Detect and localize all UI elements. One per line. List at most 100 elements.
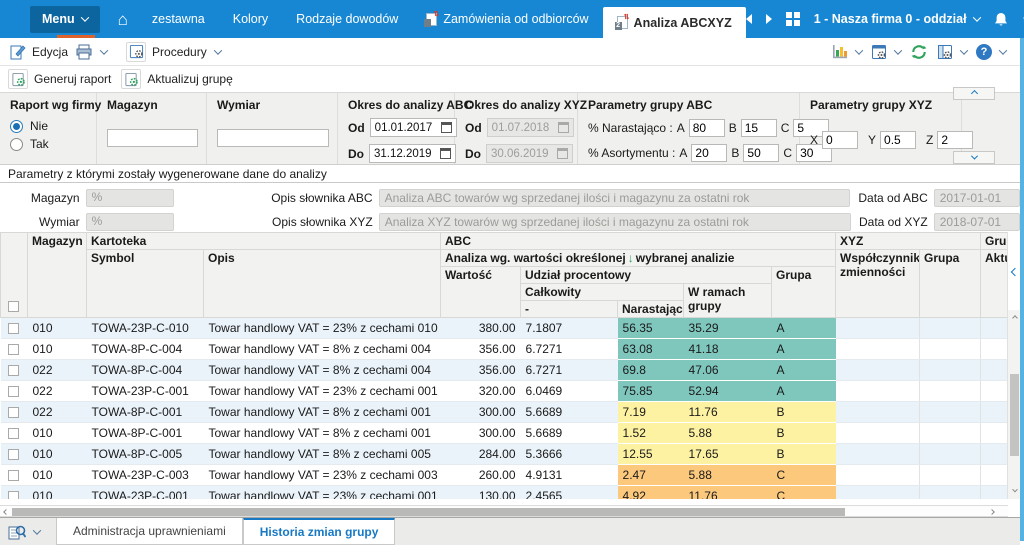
cell-w-ramach-grupy[interactable]: 41.18 bbox=[683, 338, 772, 360]
cell-symbol[interactable]: TOWA-23P-C-001 bbox=[86, 485, 204, 499]
col-symbol[interactable]: Symbol bbox=[86, 249, 204, 318]
row-checkbox[interactable] bbox=[7, 344, 19, 356]
abc-a-narastajaco-input[interactable] bbox=[688, 119, 725, 137]
view-settings-button[interactable] bbox=[871, 44, 903, 60]
cell-opis[interactable]: Towar handlowy VAT = 8% z cechami 001 bbox=[203, 422, 441, 444]
cell-grupa[interactable]: B bbox=[771, 443, 836, 465]
cell-grupa[interactable]: C bbox=[771, 485, 836, 499]
cell-narastajaco[interactable]: 56.35 bbox=[617, 317, 684, 339]
cell-wspolczynnik[interactable] bbox=[835, 380, 921, 402]
cell-wartosc[interactable]: 356.00 bbox=[440, 359, 521, 381]
cell-narastajaco[interactable]: 2.47 bbox=[617, 464, 684, 486]
col-grupa-abc[interactable]: Grupa bbox=[771, 266, 837, 318]
cell-symbol[interactable]: TOWA-23P-C-001 bbox=[86, 380, 204, 402]
titlebar-tab-1[interactable]: zestawna bbox=[138, 0, 219, 38]
col-wartosc[interactable]: Wartość bbox=[440, 266, 522, 318]
table-row[interactable]: 022 TOWA-8P-C-001 Towar handlowy VAT = 8… bbox=[0, 401, 1007, 423]
help-button[interactable]: ? bbox=[976, 43, 1008, 60]
cell-wspolczynnik[interactable] bbox=[835, 338, 921, 360]
cell-grupa-xyz[interactable] bbox=[919, 422, 982, 444]
cell-w-ramach-grupy[interactable]: 11.76 bbox=[683, 401, 772, 423]
date-from-abc-input[interactable] bbox=[374, 121, 437, 134]
cell-grupa-xyz[interactable] bbox=[919, 359, 982, 381]
cell-wartosc[interactable]: 300.00 bbox=[440, 422, 521, 444]
horizontal-scroll-thumb[interactable] bbox=[12, 508, 845, 516]
cell-opis[interactable]: Towar handlowy VAT = 8% z cechami 001 bbox=[203, 401, 441, 423]
cell-wspolczynnik[interactable] bbox=[835, 401, 921, 423]
cell-w-ramach-grupy[interactable]: 5.88 bbox=[683, 422, 772, 444]
col-w-ramach[interactable]: W ramach grupy bbox=[683, 283, 773, 318]
cell-opis[interactable]: Towar handlowy VAT = 8% z cechami 004 bbox=[203, 359, 441, 381]
view-search-button[interactable] bbox=[0, 518, 48, 545]
xyz-x-input[interactable] bbox=[822, 131, 859, 149]
cell-grupa-xyz[interactable] bbox=[919, 443, 982, 465]
titlebar-tab-3[interactable]: Rodzaje dowodów bbox=[282, 0, 412, 38]
cell-grupa-xyz[interactable] bbox=[919, 338, 982, 360]
cell-magazyn[interactable]: 010 bbox=[27, 485, 87, 499]
cell-narastajaco[interactable]: 7.19 bbox=[617, 401, 684, 423]
col-kartoteka[interactable]: Kartoteka bbox=[85, 232, 442, 250]
cell-wartosc[interactable]: 356.00 bbox=[440, 338, 521, 360]
cell-magazyn[interactable]: 010 bbox=[27, 464, 87, 486]
table-row[interactable]: 010 TOWA-23P-C-010 Towar handlowy VAT = … bbox=[0, 317, 1007, 339]
row-checkbox[interactable] bbox=[7, 470, 19, 482]
cell-grupa-xyz[interactable] bbox=[919, 464, 982, 486]
cell-wartosc[interactable]: 300.00 bbox=[440, 401, 521, 423]
cell-magazyn[interactable]: 022 bbox=[27, 401, 87, 423]
cell-narastajaco[interactable]: 63.08 bbox=[617, 338, 684, 360]
cell-wspolczynnik[interactable] bbox=[835, 359, 921, 381]
cell-aktualna[interactable] bbox=[980, 464, 1007, 486]
sort-desc-icon[interactable]: ↓ bbox=[626, 251, 636, 265]
cell-narastajaco[interactable]: 69.8 bbox=[617, 359, 684, 381]
apps-grid-icon[interactable] bbox=[785, 12, 800, 26]
row-checkbox[interactable] bbox=[7, 428, 19, 440]
abc-b-narastajaco-input[interactable] bbox=[740, 119, 777, 137]
cell-w-ramach-grupy[interactable]: 5.88 bbox=[683, 464, 772, 486]
col-grupa-xyz[interactable]: Grupa bbox=[919, 249, 982, 318]
date-to-abc[interactable] bbox=[369, 144, 456, 163]
cell-grupa[interactable]: B bbox=[771, 422, 836, 444]
radio-nie[interactable]: Nie bbox=[10, 119, 88, 133]
cell-grupa-xyz[interactable] bbox=[919, 317, 982, 339]
cell-grupa[interactable]: A bbox=[771, 380, 836, 402]
row-checkbox[interactable] bbox=[7, 491, 19, 499]
cell-grupa[interactable]: A bbox=[771, 359, 836, 381]
radio-tak[interactable]: Tak bbox=[10, 137, 88, 151]
col-magazyn[interactable]: Magazyn bbox=[27, 232, 87, 318]
tab-administracja-uprawnieniami[interactable]: Administracja uprawnieniami bbox=[56, 518, 243, 545]
cell-magazyn[interactable]: 022 bbox=[27, 359, 87, 381]
cell-opis[interactable]: Towar handlowy VAT = 23% z cechami 001 bbox=[203, 485, 441, 499]
row-checkbox[interactable] bbox=[7, 449, 19, 461]
cell-wspolczynnik[interactable] bbox=[835, 317, 921, 339]
col-analiza[interactable]: Analiza wg. wartości określonej ↓ wybranej… bbox=[440, 249, 837, 267]
bell-icon[interactable] bbox=[994, 12, 1008, 27]
cell-grupa-xyz[interactable] bbox=[919, 485, 982, 499]
tab-historia-zmian-grupy[interactable]: Historia zmian grupy bbox=[242, 518, 396, 545]
cell-w-ramach-grupy[interactable]: 47.06 bbox=[683, 359, 772, 381]
company-selector[interactable]: 1 - Nasza firma 0 - oddział bbox=[814, 12, 981, 26]
cell-calkowity[interactable]: 6.0469 bbox=[520, 380, 618, 402]
cell-symbol[interactable]: TOWA-8P-C-005 bbox=[86, 443, 204, 465]
titlebar-tab-2[interactable]: Kolory bbox=[219, 0, 282, 38]
cell-w-ramach-grupy[interactable]: 35.29 bbox=[683, 317, 772, 339]
cell-wartosc[interactable]: 130.00 bbox=[440, 485, 521, 499]
cell-opis[interactable]: Towar handlowy VAT = 23% z cechami 003 bbox=[203, 464, 441, 486]
horizontal-scrollbar[interactable] bbox=[0, 505, 1008, 517]
cell-symbol[interactable]: TOWA-8P-C-001 bbox=[86, 401, 204, 423]
procedures-button[interactable]: Procedury bbox=[126, 41, 222, 62]
cell-aktualna[interactable] bbox=[980, 338, 1007, 360]
cell-grupa[interactable]: A bbox=[771, 317, 836, 339]
titlebar-tab-4[interactable]: ⇅ Zamówienia od odbiorców bbox=[412, 0, 602, 38]
collapse-up-button[interactable] bbox=[953, 87, 995, 100]
print-button[interactable] bbox=[75, 44, 109, 60]
cell-calkowity[interactable]: 5.3666 bbox=[520, 443, 618, 465]
cell-wspolczynnik[interactable] bbox=[835, 464, 921, 486]
wymiar-input[interactable] bbox=[217, 129, 329, 147]
cell-grupa[interactable]: C bbox=[771, 464, 836, 486]
calendar-icon[interactable] bbox=[440, 122, 452, 133]
cell-wspolczynnik[interactable] bbox=[835, 443, 921, 465]
table-row[interactable]: 022 TOWA-23P-C-001 Towar handlowy VAT = … bbox=[0, 380, 1007, 402]
generate-report-button[interactable]: Generuj raport bbox=[8, 69, 111, 89]
cell-symbol[interactable]: TOWA-8P-C-004 bbox=[86, 359, 204, 381]
cell-narastajaco[interactable]: 1.52 bbox=[617, 422, 684, 444]
